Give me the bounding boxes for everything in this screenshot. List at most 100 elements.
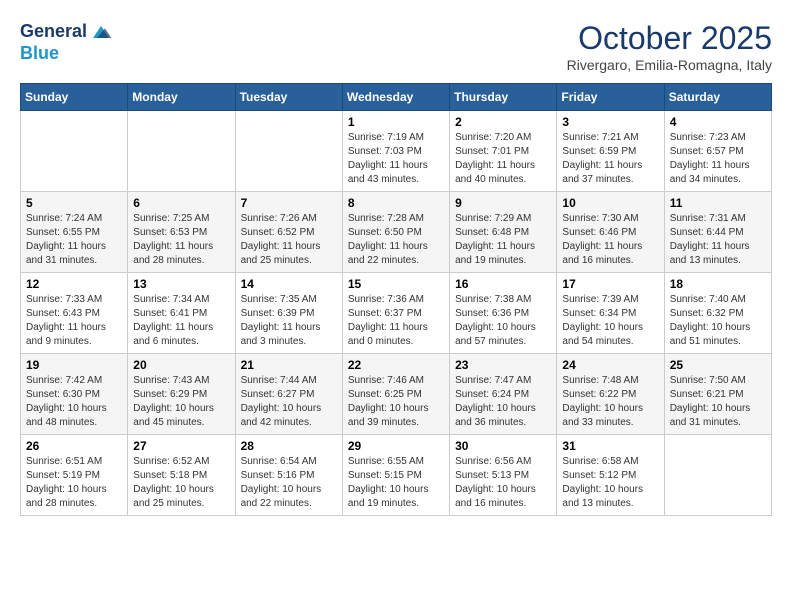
day-number: 30 <box>455 439 551 453</box>
day-info: Sunrise: 7:47 AM Sunset: 6:24 PM Dayligh… <box>455 374 551 430</box>
calendar-cell: 15Sunrise: 7:36 AM Sunset: 6:37 PM Dayli… <box>342 273 449 354</box>
day-info: Sunrise: 7:48 AM Sunset: 6:22 PM Dayligh… <box>562 374 658 430</box>
day-number: 25 <box>670 358 766 372</box>
day-info: Sunrise: 7:46 AM Sunset: 6:25 PM Dayligh… <box>348 374 444 430</box>
day-number: 16 <box>455 277 551 291</box>
weekday-header-wednesday: Wednesday <box>342 84 449 111</box>
day-info: Sunrise: 7:19 AM Sunset: 7:03 PM Dayligh… <box>348 131 444 187</box>
weekday-header-thursday: Thursday <box>450 84 557 111</box>
calendar-cell: 24 Sunrise: 7:48 AM Sunset: 6:22 PM Dayli… <box>557 354 664 435</box>
day-info: Sunrise: 7:20 AM Sunset: 7:01 PM Dayligh… <box>455 131 551 187</box>
day-number: 29 <box>348 439 444 453</box>
day-info: Sunrise: 6:56 AM Sunset: 5:13 PM Dayligh… <box>455 455 551 511</box>
day-number: 31 <box>562 439 658 453</box>
calendar-cell: 30 Sunrise: 6:56 AM Sunset: 5:13 PM Dayli… <box>450 435 557 516</box>
calendar-cell: 8 Sunrise: 7:28 AM Sunset: 6:50 PM Daylig… <box>342 192 449 273</box>
calendar-cell: 9Sunrise: 7:29 AM Sunset: 6:48 PM Daylig… <box>450 192 557 273</box>
day-number: 17 <box>562 277 658 291</box>
day-number: 28 <box>241 439 337 453</box>
calendar-cell: 3 Sunrise: 7:21 AM Sunset: 6:59 PM Daylig… <box>557 111 664 192</box>
calendar-cell: 23 Sunrise: 7:47 AM Sunset: 6:24 PM Dayli… <box>450 354 557 435</box>
calendar-cell: 16 Sunrise: 7:38 AM Sunset: 6:36 PM Dayli… <box>450 273 557 354</box>
weekday-header-monday: Monday <box>128 84 235 111</box>
calendar-cell: 11 Sunrise: 7:31 AM Sunset: 6:44 PM Dayli… <box>664 192 771 273</box>
day-number: 4 <box>670 115 766 129</box>
weekday-header-sunday: Sunday <box>21 84 128 111</box>
calendar-cell: 17 Sunrise: 7:39 AM Sunset: 6:34 PM Dayli… <box>557 273 664 354</box>
weekday-header-tuesday: Tuesday <box>235 84 342 111</box>
calendar-cell: 12Sunrise: 7:33 AM Sunset: 6:43 PM Dayli… <box>21 273 128 354</box>
day-number: 6 <box>133 196 229 210</box>
day-number: 1 <box>348 115 444 129</box>
day-info: Sunrise: 7:23 AM Sunset: 6:57 PM Dayligh… <box>670 131 766 187</box>
week-row-1: 1 Sunrise: 7:19 AM Sunset: 7:03 PM Daylig… <box>21 111 772 192</box>
calendar-cell: 1 Sunrise: 7:19 AM Sunset: 7:03 PM Daylig… <box>342 111 449 192</box>
day-info: Sunrise: 7:38 AM Sunset: 6:36 PM Dayligh… <box>455 293 551 349</box>
week-row-5: 26 Sunrise: 6:51 AM Sunset: 5:19 PM Dayli… <box>21 435 772 516</box>
day-info: Sunrise: 6:51 AM Sunset: 5:19 PM Dayligh… <box>26 455 122 511</box>
calendar-cell: 20 Sunrise: 7:43 AM Sunset: 6:29 PM Dayli… <box>128 354 235 435</box>
day-number: 23 <box>455 358 551 372</box>
calendar-cell: 31 Sunrise: 6:58 AM Sunset: 5:12 PM Dayli… <box>557 435 664 516</box>
day-number: 24 <box>562 358 658 372</box>
day-info: Sunrise: 7:30 AM Sunset: 6:46 PM Dayligh… <box>562 212 658 268</box>
day-number: 22 <box>348 358 444 372</box>
day-number: 13 <box>133 277 229 291</box>
day-number: 7 <box>241 196 337 210</box>
day-number: 3 <box>562 115 658 129</box>
day-number: 21 <box>241 358 337 372</box>
day-info: Sunrise: 6:54 AM Sunset: 5:16 PM Dayligh… <box>241 455 337 511</box>
day-info: Sunrise: 7:33 AM Sunset: 6:43 PM Dayligh… <box>26 293 122 349</box>
calendar-body: 1 Sunrise: 7:19 AM Sunset: 7:03 PM Daylig… <box>21 111 772 516</box>
calendar-cell: 7Sunrise: 7:26 AM Sunset: 6:52 PM Daylig… <box>235 192 342 273</box>
calendar-cell: 13 Sunrise: 7:34 AM Sunset: 6:41 PM Dayli… <box>128 273 235 354</box>
day-info: Sunrise: 7:40 AM Sunset: 6:32 PM Dayligh… <box>670 293 766 349</box>
day-number: 26 <box>26 439 122 453</box>
calendar-cell: 22 Sunrise: 7:46 AM Sunset: 6:25 PM Dayli… <box>342 354 449 435</box>
calendar-cell <box>21 111 128 192</box>
day-number: 19 <box>26 358 122 372</box>
calendar-cell: 26 Sunrise: 6:51 AM Sunset: 5:19 PM Dayli… <box>21 435 128 516</box>
calendar-table: SundayMondayTuesdayWednesdayThursdayFrid… <box>20 83 772 516</box>
day-info: Sunrise: 7:34 AM Sunset: 6:41 PM Dayligh… <box>133 293 229 349</box>
month-title: October 2025 <box>567 20 772 57</box>
day-number: 10 <box>562 196 658 210</box>
calendar-cell <box>664 435 771 516</box>
day-info: Sunrise: 7:28 AM Sunset: 6:50 PM Dayligh… <box>348 212 444 268</box>
week-row-2: 5Sunrise: 7:24 AM Sunset: 6:55 PM Daylig… <box>21 192 772 273</box>
page-header: General Blue October 2025 Rivergaro, Emi… <box>20 20 772 73</box>
day-number: 2 <box>455 115 551 129</box>
day-info: Sunrise: 7:21 AM Sunset: 6:59 PM Dayligh… <box>562 131 658 187</box>
day-info: Sunrise: 7:29 AM Sunset: 6:48 PM Dayligh… <box>455 212 551 268</box>
logo-text-general: General <box>20 22 87 42</box>
day-info: Sunrise: 7:44 AM Sunset: 6:27 PM Dayligh… <box>241 374 337 430</box>
day-number: 11 <box>670 196 766 210</box>
week-row-4: 19 Sunrise: 7:42 AM Sunset: 6:30 PM Dayli… <box>21 354 772 435</box>
day-number: 20 <box>133 358 229 372</box>
logo-icon <box>89 20 113 44</box>
day-info: Sunrise: 6:55 AM Sunset: 5:15 PM Dayligh… <box>348 455 444 511</box>
calendar-cell: 5Sunrise: 7:24 AM Sunset: 6:55 PM Daylig… <box>21 192 128 273</box>
day-number: 14 <box>241 277 337 291</box>
weekday-header-row: SundayMondayTuesdayWednesdayThursdayFrid… <box>21 84 772 111</box>
calendar-cell: 14 Sunrise: 7:35 AM Sunset: 6:39 PM Dayli… <box>235 273 342 354</box>
calendar-cell: 6Sunrise: 7:25 AM Sunset: 6:53 PM Daylig… <box>128 192 235 273</box>
day-info: Sunrise: 7:39 AM Sunset: 6:34 PM Dayligh… <box>562 293 658 349</box>
calendar-cell: 21 Sunrise: 7:44 AM Sunset: 6:27 PM Dayli… <box>235 354 342 435</box>
calendar-cell: 28 Sunrise: 6:54 AM Sunset: 5:16 PM Dayli… <box>235 435 342 516</box>
day-info: Sunrise: 7:24 AM Sunset: 6:55 PM Dayligh… <box>26 212 122 268</box>
day-info: Sunrise: 7:31 AM Sunset: 6:44 PM Dayligh… <box>670 212 766 268</box>
calendar-cell: 4 Sunrise: 7:23 AM Sunset: 6:57 PM Daylig… <box>664 111 771 192</box>
day-info: Sunrise: 7:35 AM Sunset: 6:39 PM Dayligh… <box>241 293 337 349</box>
day-info: Sunrise: 6:58 AM Sunset: 5:12 PM Dayligh… <box>562 455 658 511</box>
calendar-cell <box>128 111 235 192</box>
day-number: 27 <box>133 439 229 453</box>
calendar-cell: 19 Sunrise: 7:42 AM Sunset: 6:30 PM Dayli… <box>21 354 128 435</box>
day-info: Sunrise: 7:42 AM Sunset: 6:30 PM Dayligh… <box>26 374 122 430</box>
day-info: Sunrise: 7:36 AM Sunset: 6:37 PM Dayligh… <box>348 293 444 349</box>
logo-text-blue: Blue <box>20 44 113 64</box>
calendar-cell: 29 Sunrise: 6:55 AM Sunset: 5:15 PM Dayli… <box>342 435 449 516</box>
week-row-3: 12Sunrise: 7:33 AM Sunset: 6:43 PM Dayli… <box>21 273 772 354</box>
day-info: Sunrise: 7:43 AM Sunset: 6:29 PM Dayligh… <box>133 374 229 430</box>
day-number: 8 <box>348 196 444 210</box>
